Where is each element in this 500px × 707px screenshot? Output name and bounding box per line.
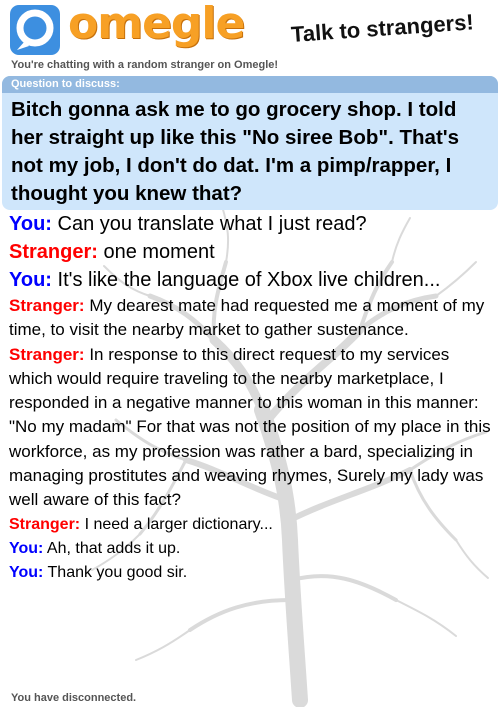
tagline: Talk to strangers! (290, 9, 475, 48)
message-text: one moment (103, 241, 215, 263)
chat-log: You: Can you translate what I just read?… (0, 210, 500, 585)
message-text: Thank you good sir. (47, 563, 188, 581)
question-label: Question to discuss: (2, 76, 498, 93)
speaker-stranger: Stranger: (9, 241, 98, 263)
omegle-logo-icon (10, 5, 60, 55)
chat-message: You: It's like the language of Xbox live… (0, 266, 500, 294)
message-text: I need a larger dictionary... (84, 515, 273, 533)
speaker-you: You: (9, 269, 52, 291)
logo-text: omegle (68, 0, 245, 49)
chat-message: Stranger: one moment (0, 238, 500, 266)
intro-text: You're chatting with a random stranger o… (11, 59, 279, 71)
message-text: In response to this direct request to my… (9, 344, 491, 510)
message-text: Ah, that adds it up. (46, 539, 181, 557)
chat-message: You: Thank you good sir. (0, 561, 500, 585)
speaker-stranger: Stranger: (9, 515, 81, 533)
header: omegle Talk to strangers! (0, 0, 500, 58)
chat-message: Stranger: I need a larger dictionary... (0, 513, 500, 537)
speaker-stranger: Stranger: (9, 344, 85, 364)
chat-message: You: Ah, that adds it up. (0, 537, 500, 561)
speaker-you: You: (9, 213, 52, 235)
message-text: It's like the language of Xbox live chil… (57, 269, 441, 291)
chat-message: You: Can you translate what I just read? (0, 210, 500, 238)
speaker-you: You: (9, 539, 44, 557)
question-text: Bitch gonna ask me to go grocery shop. I… (11, 98, 460, 205)
chat-message: Stranger: In response to this direct req… (0, 343, 500, 513)
speaker-stranger: Stranger: (9, 296, 85, 315)
message-text: Can you translate what I just read? (57, 213, 367, 235)
chat-message: Stranger: My dearest mate had requested … (0, 294, 500, 343)
speaker-you: You: (9, 563, 44, 581)
disconnected-status: You have disconnected. (11, 692, 137, 704)
question-box: Question to discuss: Bitch gonna ask me … (2, 76, 498, 210)
